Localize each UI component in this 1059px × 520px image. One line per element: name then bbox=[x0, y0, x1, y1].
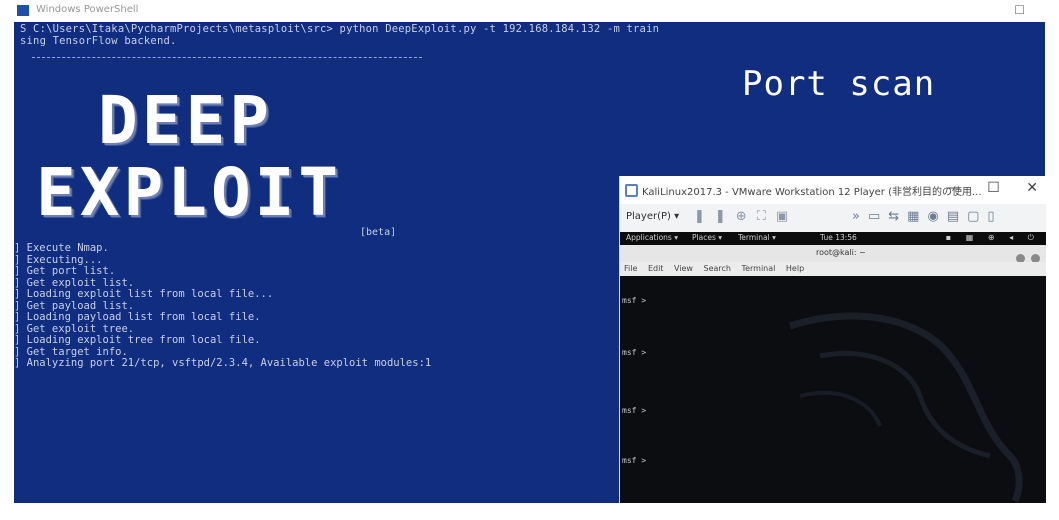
display-icon[interactable]: ▢ bbox=[967, 209, 987, 224]
log-line: ] Loading exploit tree from local file. bbox=[14, 334, 261, 346]
terminal-menubar: File Edit View Search Terminal Help bbox=[620, 262, 1046, 276]
menu-file[interactable]: File bbox=[624, 264, 637, 273]
powershell-title: Windows PowerShell bbox=[36, 4, 139, 15]
msf-prompt: msf > bbox=[622, 296, 647, 305]
vmware-toolbar-icons[interactable]: ❚❚⊕⛶▣ bbox=[694, 209, 798, 224]
vmware-window-controls[interactable]: — ☐ ✕ bbox=[925, 180, 1038, 196]
vmware-titlebar[interactable]: KaliLinux2017.3 - VMware Workstation 12 … bbox=[620, 176, 1046, 204]
msf-prompt: msf > bbox=[622, 348, 647, 357]
maximize-icon[interactable]: ☐ bbox=[987, 180, 1000, 196]
disk-icon[interactable]: ▭ bbox=[868, 209, 888, 224]
terminal-output[interactable]: msf > msf > msf > msf > bbox=[620, 276, 1046, 503]
terminal-title: root@kali: ~ bbox=[816, 248, 866, 257]
msf-prompt: msf > bbox=[622, 456, 647, 465]
close-icon[interactable]: ✕ bbox=[1026, 180, 1038, 196]
kali-dragon-watermark bbox=[788, 312, 1023, 503]
vmware-window[interactable]: KaliLinux2017.3 - VMware Workstation 12 … bbox=[619, 176, 1046, 503]
menu-view[interactable]: View bbox=[674, 264, 693, 273]
menu-help[interactable]: Help bbox=[786, 264, 804, 273]
send-ctrl-alt-del-icon[interactable]: ⊕ bbox=[736, 209, 757, 224]
log-list: ] Execute Nmap. ] Executing... ] Get por… bbox=[14, 242, 432, 370]
vmware-toolbar: Player(P) ▾ ❚❚⊕⛶▣ »▭⇆▦◉▤▢▯ bbox=[620, 204, 1046, 232]
system-tray-icons[interactable]: ▪ ▦ ⊕ ◂ ⏻ bbox=[946, 233, 1040, 243]
powershell-icon bbox=[17, 5, 29, 16]
menu-terminal[interactable]: Terminal bbox=[742, 264, 776, 273]
log-line: ] Loading exploit list from local file..… bbox=[14, 288, 274, 300]
usb-icon[interactable]: ▦ bbox=[907, 209, 927, 224]
deep-exploit-logo-line2: EXPLOIT bbox=[36, 154, 343, 231]
places-menu[interactable]: Places ▾ bbox=[692, 233, 722, 242]
log-line: ] Execute Nmap. bbox=[14, 242, 109, 254]
menu-edit[interactable]: Edit bbox=[648, 264, 664, 273]
log-line: ] Analyzing port 21/tcp, vsftpd/2.3.4, A… bbox=[14, 357, 432, 369]
command-line: S C:\Users\Itaka\PycharmProjects\metaspl… bbox=[20, 23, 660, 35]
printer-icon[interactable]: ▤ bbox=[947, 209, 967, 224]
backend-line: sing TensorFlow backend. bbox=[20, 35, 177, 47]
pause-icon[interactable]: ❚❚ bbox=[694, 209, 736, 224]
vmware-logo-icon bbox=[625, 184, 638, 197]
unity-icon[interactable]: ▣ bbox=[776, 209, 798, 224]
msf-prompt: msf > bbox=[622, 406, 647, 415]
terminal-titlebar[interactable]: root@kali: ~ bbox=[620, 245, 1046, 263]
vmware-device-icons[interactable]: »▭⇆▦◉▤▢▯ bbox=[852, 209, 1003, 224]
applications-menu[interactable]: Applications ▾ bbox=[626, 233, 678, 242]
maximize-icon[interactable]: ☐ bbox=[1014, 3, 1025, 17]
divider bbox=[32, 57, 422, 58]
powershell-window-controls[interactable]: ☐ bbox=[990, 3, 1025, 17]
terminal-app-menu[interactable]: Terminal ▾ bbox=[738, 233, 776, 242]
beta-label: [beta] bbox=[360, 227, 397, 238]
forward-icon[interactable]: » bbox=[852, 209, 868, 224]
kali-top-panel: Applications ▾ Places ▾ Terminal ▾ Tue 1… bbox=[620, 232, 1046, 245]
fullscreen-icon[interactable]: ⛶ bbox=[757, 209, 776, 224]
port-scan-caption: Port scan bbox=[742, 64, 936, 104]
powershell-titlebar[interactable]: Windows PowerShell ☐ bbox=[14, 0, 1045, 22]
clock: Tue 13:56 bbox=[820, 233, 857, 242]
sound-icon[interactable]: ◉ bbox=[927, 209, 946, 224]
deep-exploit-logo-line1: DEEP bbox=[98, 82, 273, 159]
menu-search[interactable]: Search bbox=[704, 264, 731, 273]
player-menu-button[interactable]: Player(P) ▾ bbox=[626, 211, 679, 222]
minimize-icon[interactable]: — bbox=[947, 180, 961, 196]
message-icon[interactable]: ▯ bbox=[987, 209, 1002, 224]
log-line: ] Loading payload list from local file. bbox=[14, 311, 261, 323]
network-icon[interactable]: ⇆ bbox=[888, 209, 907, 224]
log-line: ] Get port list. bbox=[14, 265, 116, 277]
